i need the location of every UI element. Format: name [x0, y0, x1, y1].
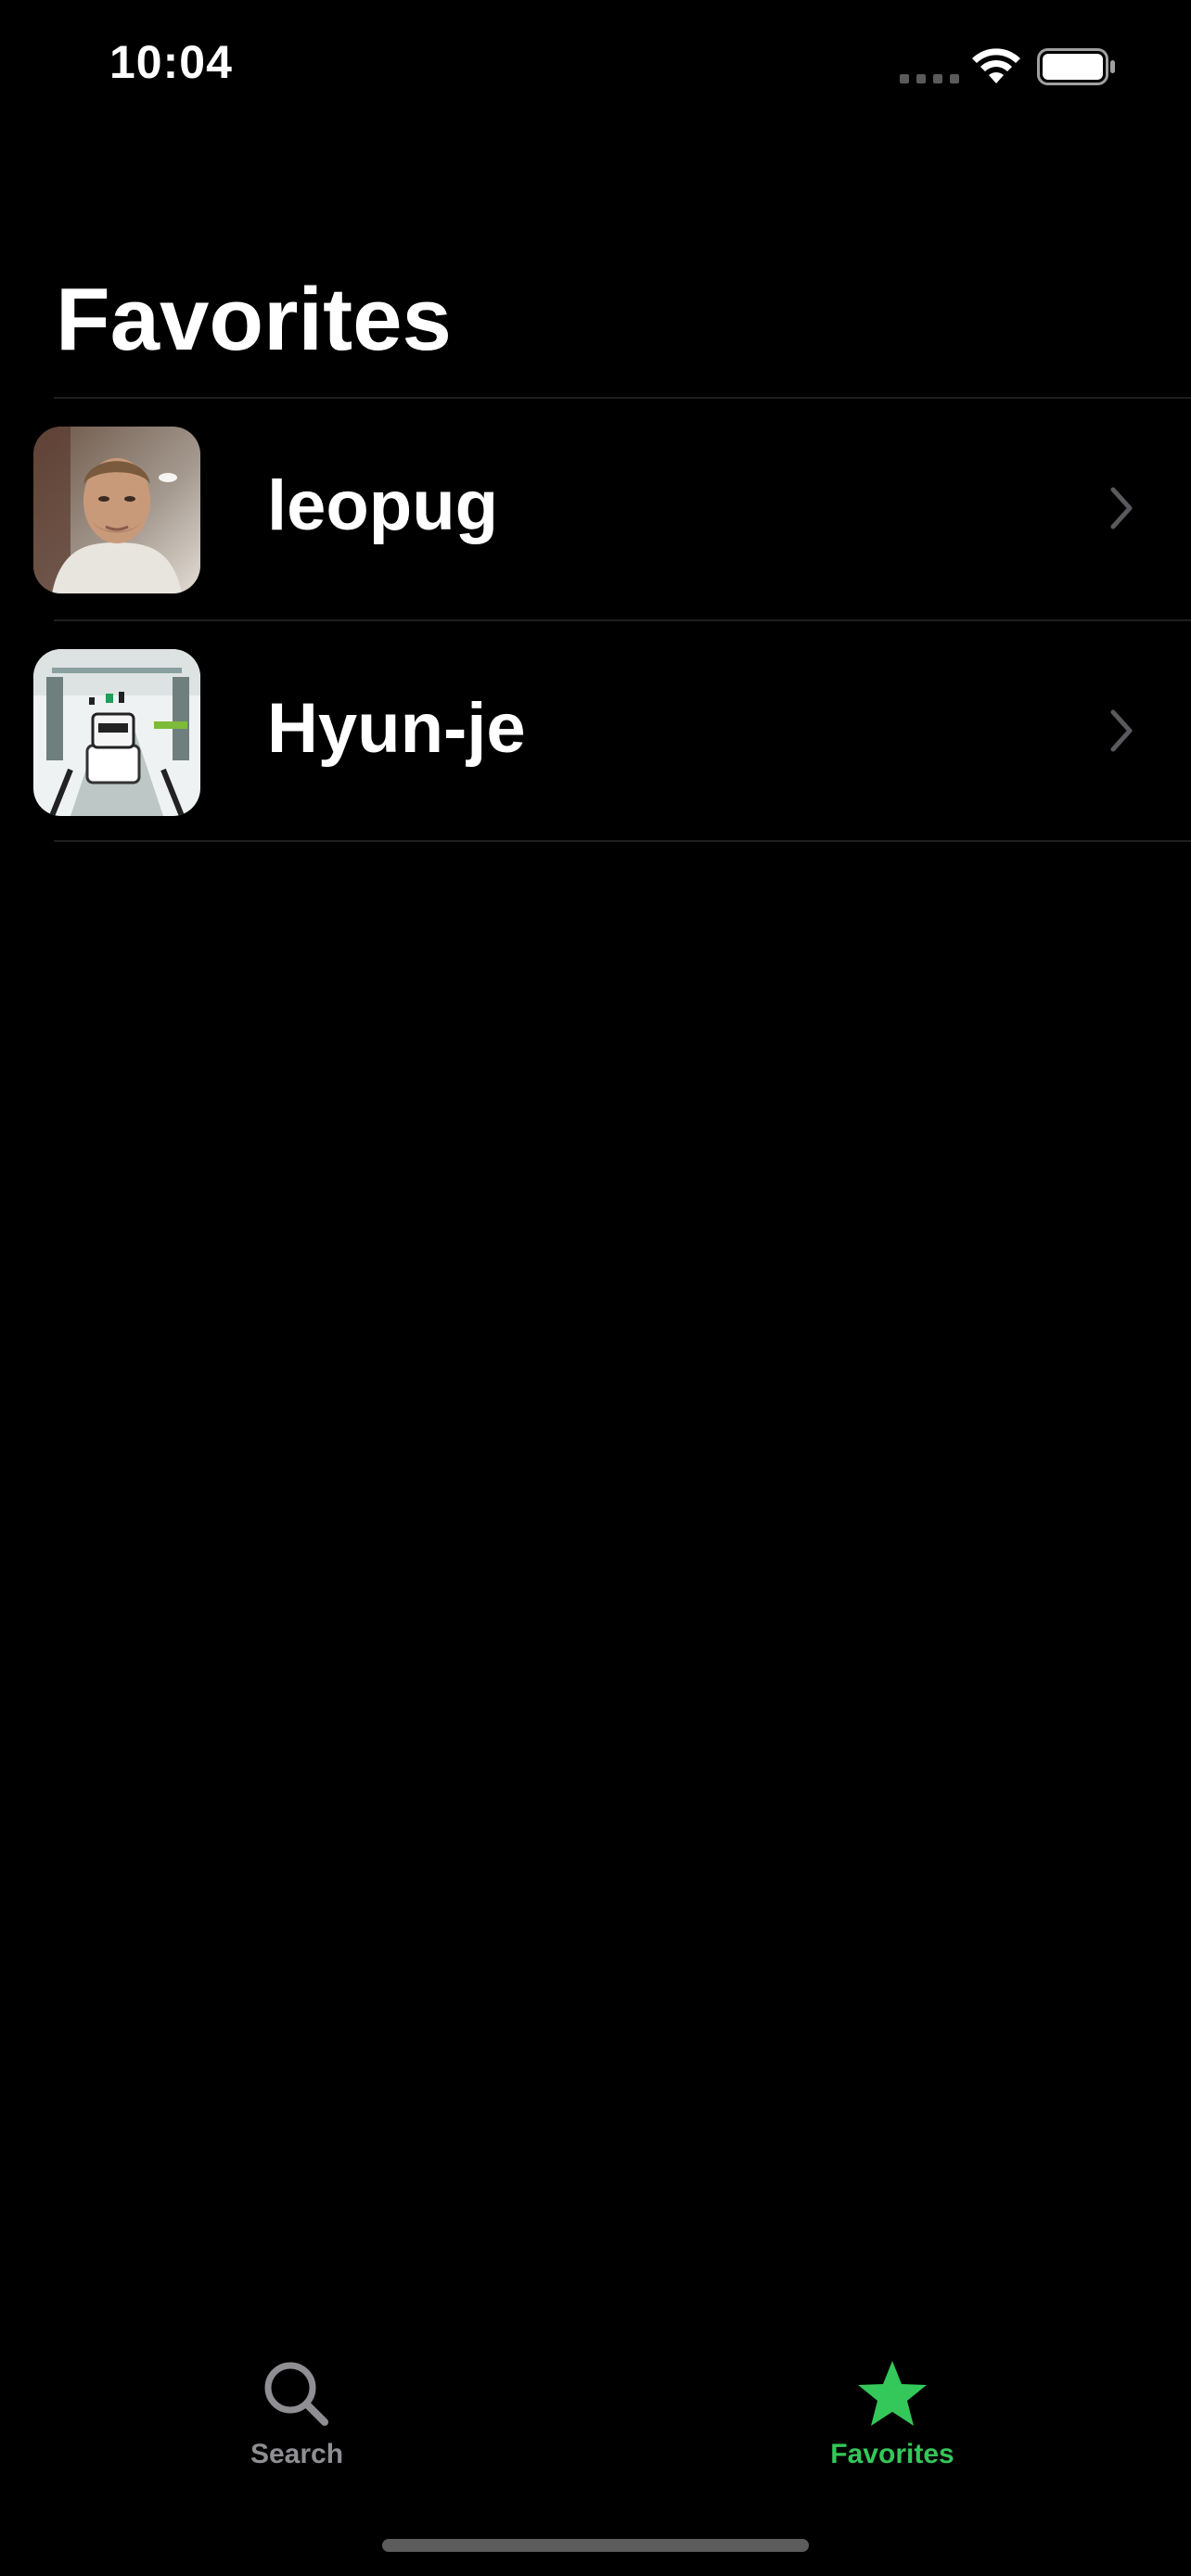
avatar-leopug — [33, 427, 200, 593]
page-title: Favorites — [56, 270, 452, 369]
cellular-signal-icon — [900, 74, 959, 83]
tab-bar: Search Favorites — [0, 2337, 1191, 2485]
status-bar: 10:04 — [0, 0, 1191, 139]
chevron-right-icon — [1110, 709, 1133, 752]
star-icon — [858, 2361, 927, 2426]
status-time: 10:04 — [109, 36, 233, 88]
magnifier-icon — [264, 2362, 328, 2426]
favorite-row-leopug[interactable]: leopug — [0, 399, 1191, 619]
favorite-name: Hyun-je — [267, 689, 526, 768]
tab-label: Favorites — [830, 2439, 954, 2469]
wifi-icon — [972, 48, 1020, 83]
battery-icon — [1037, 48, 1115, 85]
tab-label: Search — [250, 2439, 344, 2469]
avatar-hyun-je — [33, 649, 200, 816]
home-indicator — [382, 2539, 809, 2552]
chevron-right-icon — [1110, 487, 1133, 529]
tab-favorites[interactable]: Favorites — [753, 2337, 1031, 2485]
tab-search[interactable]: Search — [158, 2337, 436, 2485]
divider — [54, 840, 1191, 842]
favorite-row-hyun-je[interactable]: Hyun-je — [0, 621, 1191, 842]
favorite-name: leopug — [267, 466, 499, 545]
